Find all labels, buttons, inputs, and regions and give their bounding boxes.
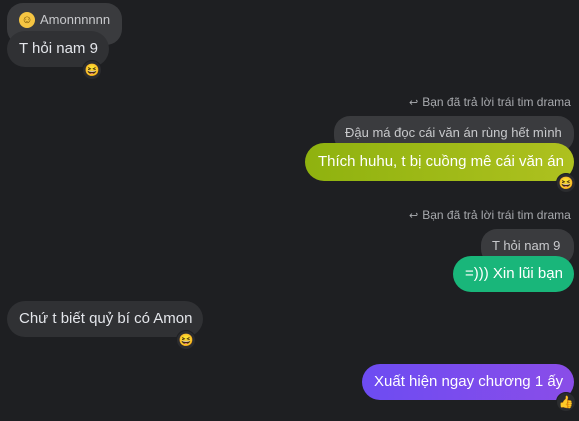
message-bubble[interactable]: Thích huhu, t bị cuồng mê cái văn án	[305, 143, 574, 181]
message-bubble[interactable]: Xuất hiện ngay chương 1 ấy	[362, 364, 574, 400]
quote-text: Đậu má đọc cái văn án rùng hết mình	[345, 125, 562, 140]
message-bubble[interactable]: Chứ t biết quỷ bí có Amon	[7, 301, 203, 337]
reply-arrow-icon: ↩	[409, 97, 419, 109]
message-bubble[interactable]: =))) Xin lũi bạn	[453, 256, 574, 292]
message-text: Thích huhu, t bị cuồng mê cái văn án	[318, 153, 564, 170]
reply-note: ↩ Bạn đã trả lời trái tim drama	[409, 95, 571, 109]
reaction-laugh-icon[interactable]: 😆	[176, 330, 196, 350]
quote-text: T hỏi nam 9	[492, 238, 561, 253]
reaction-laugh-icon[interactable]: 😆	[82, 60, 102, 80]
reaction-laugh-icon[interactable]: 😆	[556, 173, 576, 193]
message-text: Chứ t biết quỷ bí có Amon	[19, 310, 193, 327]
reply-arrow-icon: ↩	[409, 210, 419, 222]
reply-note: ↩ Bạn đã trả lời trái tim drama	[409, 208, 571, 222]
message-text: =))) Xin lũi bạn	[465, 265, 563, 282]
reaction-thumbs-up-icon[interactable]: 👍	[556, 392, 576, 412]
quote-author: Amonnnnnn	[40, 12, 111, 27]
message-text: Xuất hiện ngay chương 1 ấy	[374, 373, 564, 390]
message-text: T hỏi nam 9	[19, 40, 98, 57]
smiley-avatar-icon: ☺	[19, 12, 35, 28]
